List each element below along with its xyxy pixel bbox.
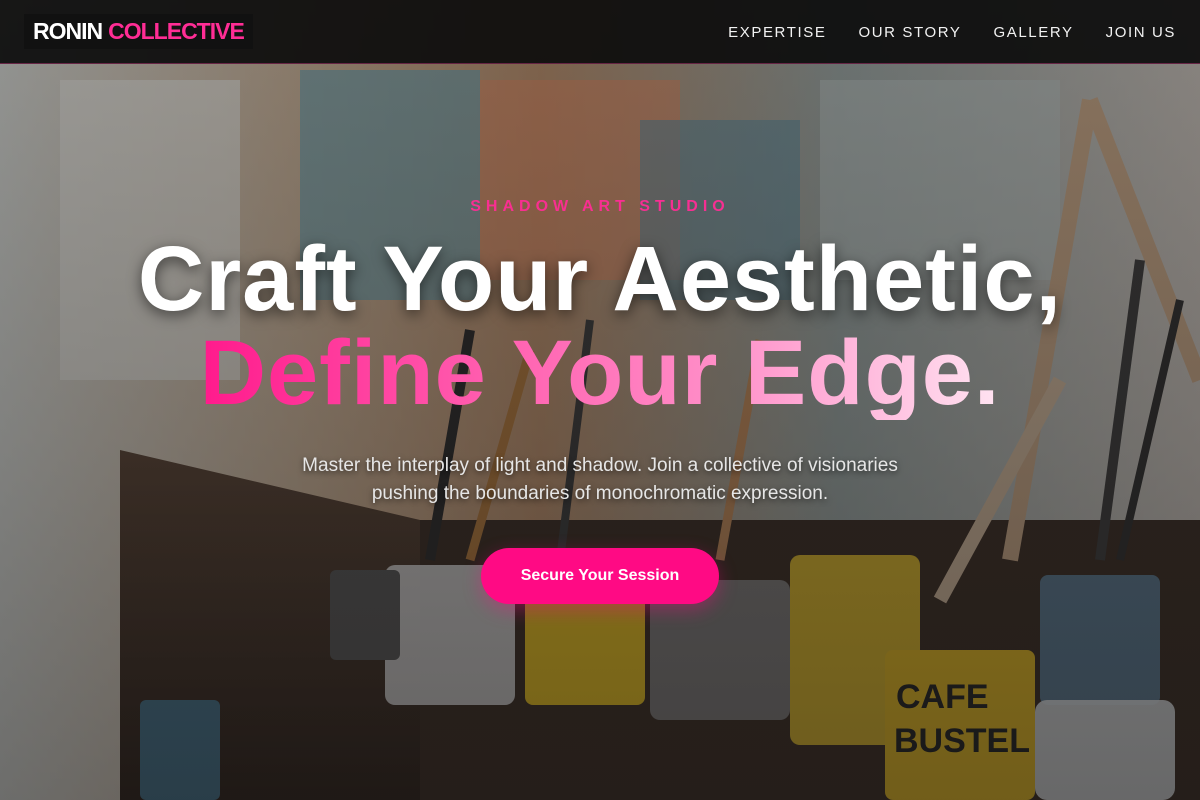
- nav-link-our-story[interactable]: OUR STORY: [858, 24, 961, 41]
- hero-subtext: Master the interplay of light and shadow…: [302, 455, 898, 504]
- hero-headline-line2: Define Your Edge.: [199, 322, 1001, 424]
- nav-links: EXPERTISE OUR STORY GALLERY JOIN US: [728, 0, 1176, 64]
- hero-headline-line1: Craft Your Aesthetic,: [137, 228, 1063, 330]
- hero-eyebrow: SHADOW ART STUDIO: [470, 198, 730, 215]
- top-navigation-bar: RONIN COLLECTIVE EXPERTISE OUR STORY GAL…: [0, 0, 1200, 64]
- hero-headline: Craft Your Aesthetic, Define Your Edge.: [0, 232, 1200, 420]
- hero-section: SHADOW ART STUDIO Craft Your Aesthetic, …: [0, 64, 1200, 800]
- secure-session-button[interactable]: Secure Your Session: [481, 548, 719, 604]
- nav-link-gallery[interactable]: GALLERY: [993, 24, 1073, 41]
- brand-logo[interactable]: RONIN COLLECTIVE: [24, 14, 253, 49]
- brand-name-primary: RONIN: [33, 18, 103, 44]
- landing-page: CAFE BUSTEL RONIN COLLECTIVE EXPERTISE O…: [0, 0, 1200, 800]
- brand-name-accent: COLLECTIVE: [108, 18, 245, 44]
- nav-link-join-us[interactable]: JOIN US: [1106, 24, 1176, 41]
- nav-link-expertise[interactable]: EXPERTISE: [728, 24, 826, 41]
